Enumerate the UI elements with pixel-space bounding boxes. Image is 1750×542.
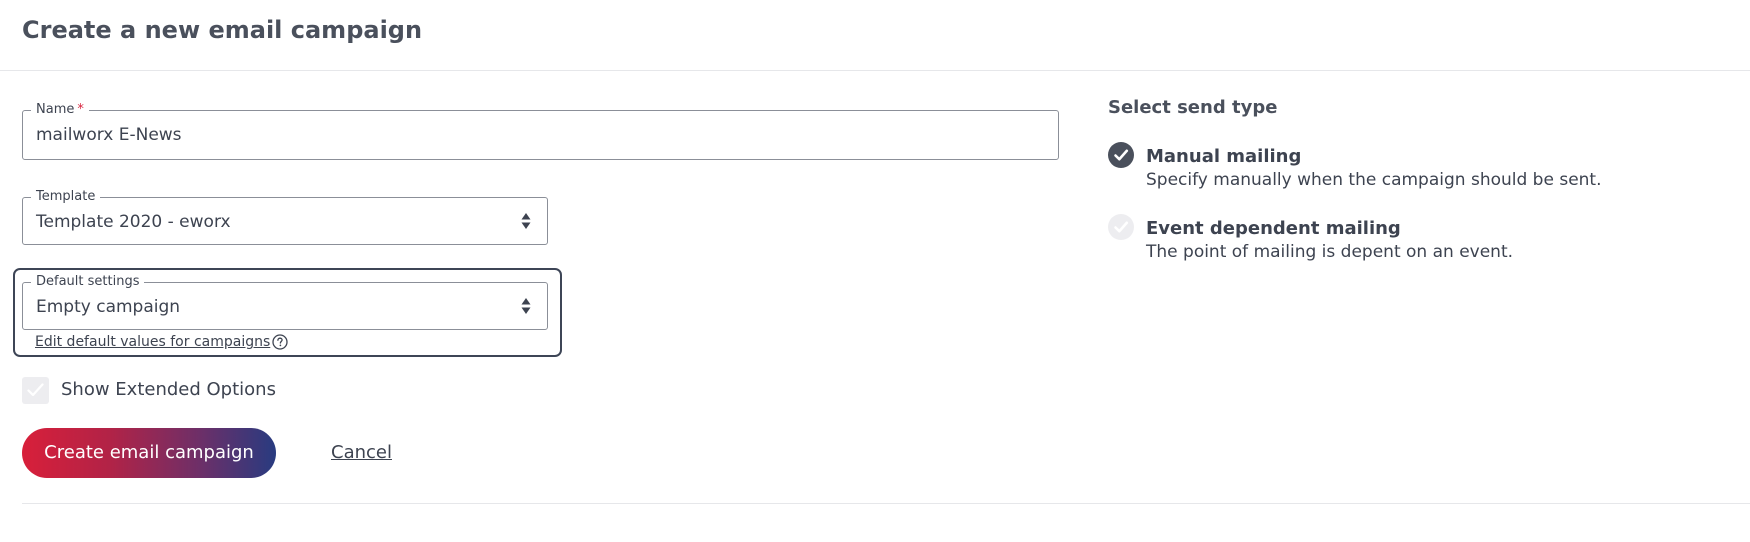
name-label-text: Name: [36, 102, 75, 117]
chevron-updown-icon: [521, 213, 531, 229]
cancel-link[interactable]: Cancel: [331, 442, 392, 463]
page-header: Create a new email campaign: [0, 0, 1750, 71]
edit-default-values-link[interactable]: Edit default values for campaigns: [35, 334, 270, 350]
page-title: Create a new email campaign: [22, 16, 423, 44]
default-settings-select[interactable]: Default settings Empty campaign: [22, 274, 548, 330]
question-circle-icon[interactable]: [272, 334, 288, 350]
divider: [22, 503, 1750, 504]
chevron-updown-icon: [521, 298, 531, 314]
selected-check-circle-icon[interactable]: [1108, 142, 1134, 168]
template-select-label: Template: [31, 189, 101, 205]
required-marker: *: [77, 102, 84, 117]
send-type-option-description: Specify manually when the campaign shoul…: [1146, 170, 1602, 190]
name-field[interactable]: Name * mailworx E-News: [22, 102, 1059, 160]
default-settings-label: Default settings: [31, 274, 145, 290]
extended-options-checkbox[interactable]: [22, 377, 49, 404]
name-field-label: Name *: [31, 102, 89, 118]
unselected-check-circle-icon[interactable]: [1108, 214, 1134, 240]
send-type-option-title: Manual mailing: [1146, 146, 1302, 167]
name-field-value[interactable]: mailworx E-News: [36, 125, 182, 145]
template-select[interactable]: Template Template 2020 - eworx: [22, 189, 548, 245]
default-settings-value: Empty campaign: [36, 297, 181, 317]
extended-options-label[interactable]: Show Extended Options: [61, 379, 276, 400]
send-type-option-description: The point of mailing is depent on an eve…: [1146, 242, 1514, 262]
create-campaign-button[interactable]: Create email campaign: [22, 428, 276, 478]
send-type-option-title: Event dependent mailing: [1146, 218, 1401, 239]
template-select-value: Template 2020 - eworx: [36, 212, 231, 232]
send-type-title: Select send type: [1108, 97, 1278, 118]
check-icon: [27, 383, 44, 397]
